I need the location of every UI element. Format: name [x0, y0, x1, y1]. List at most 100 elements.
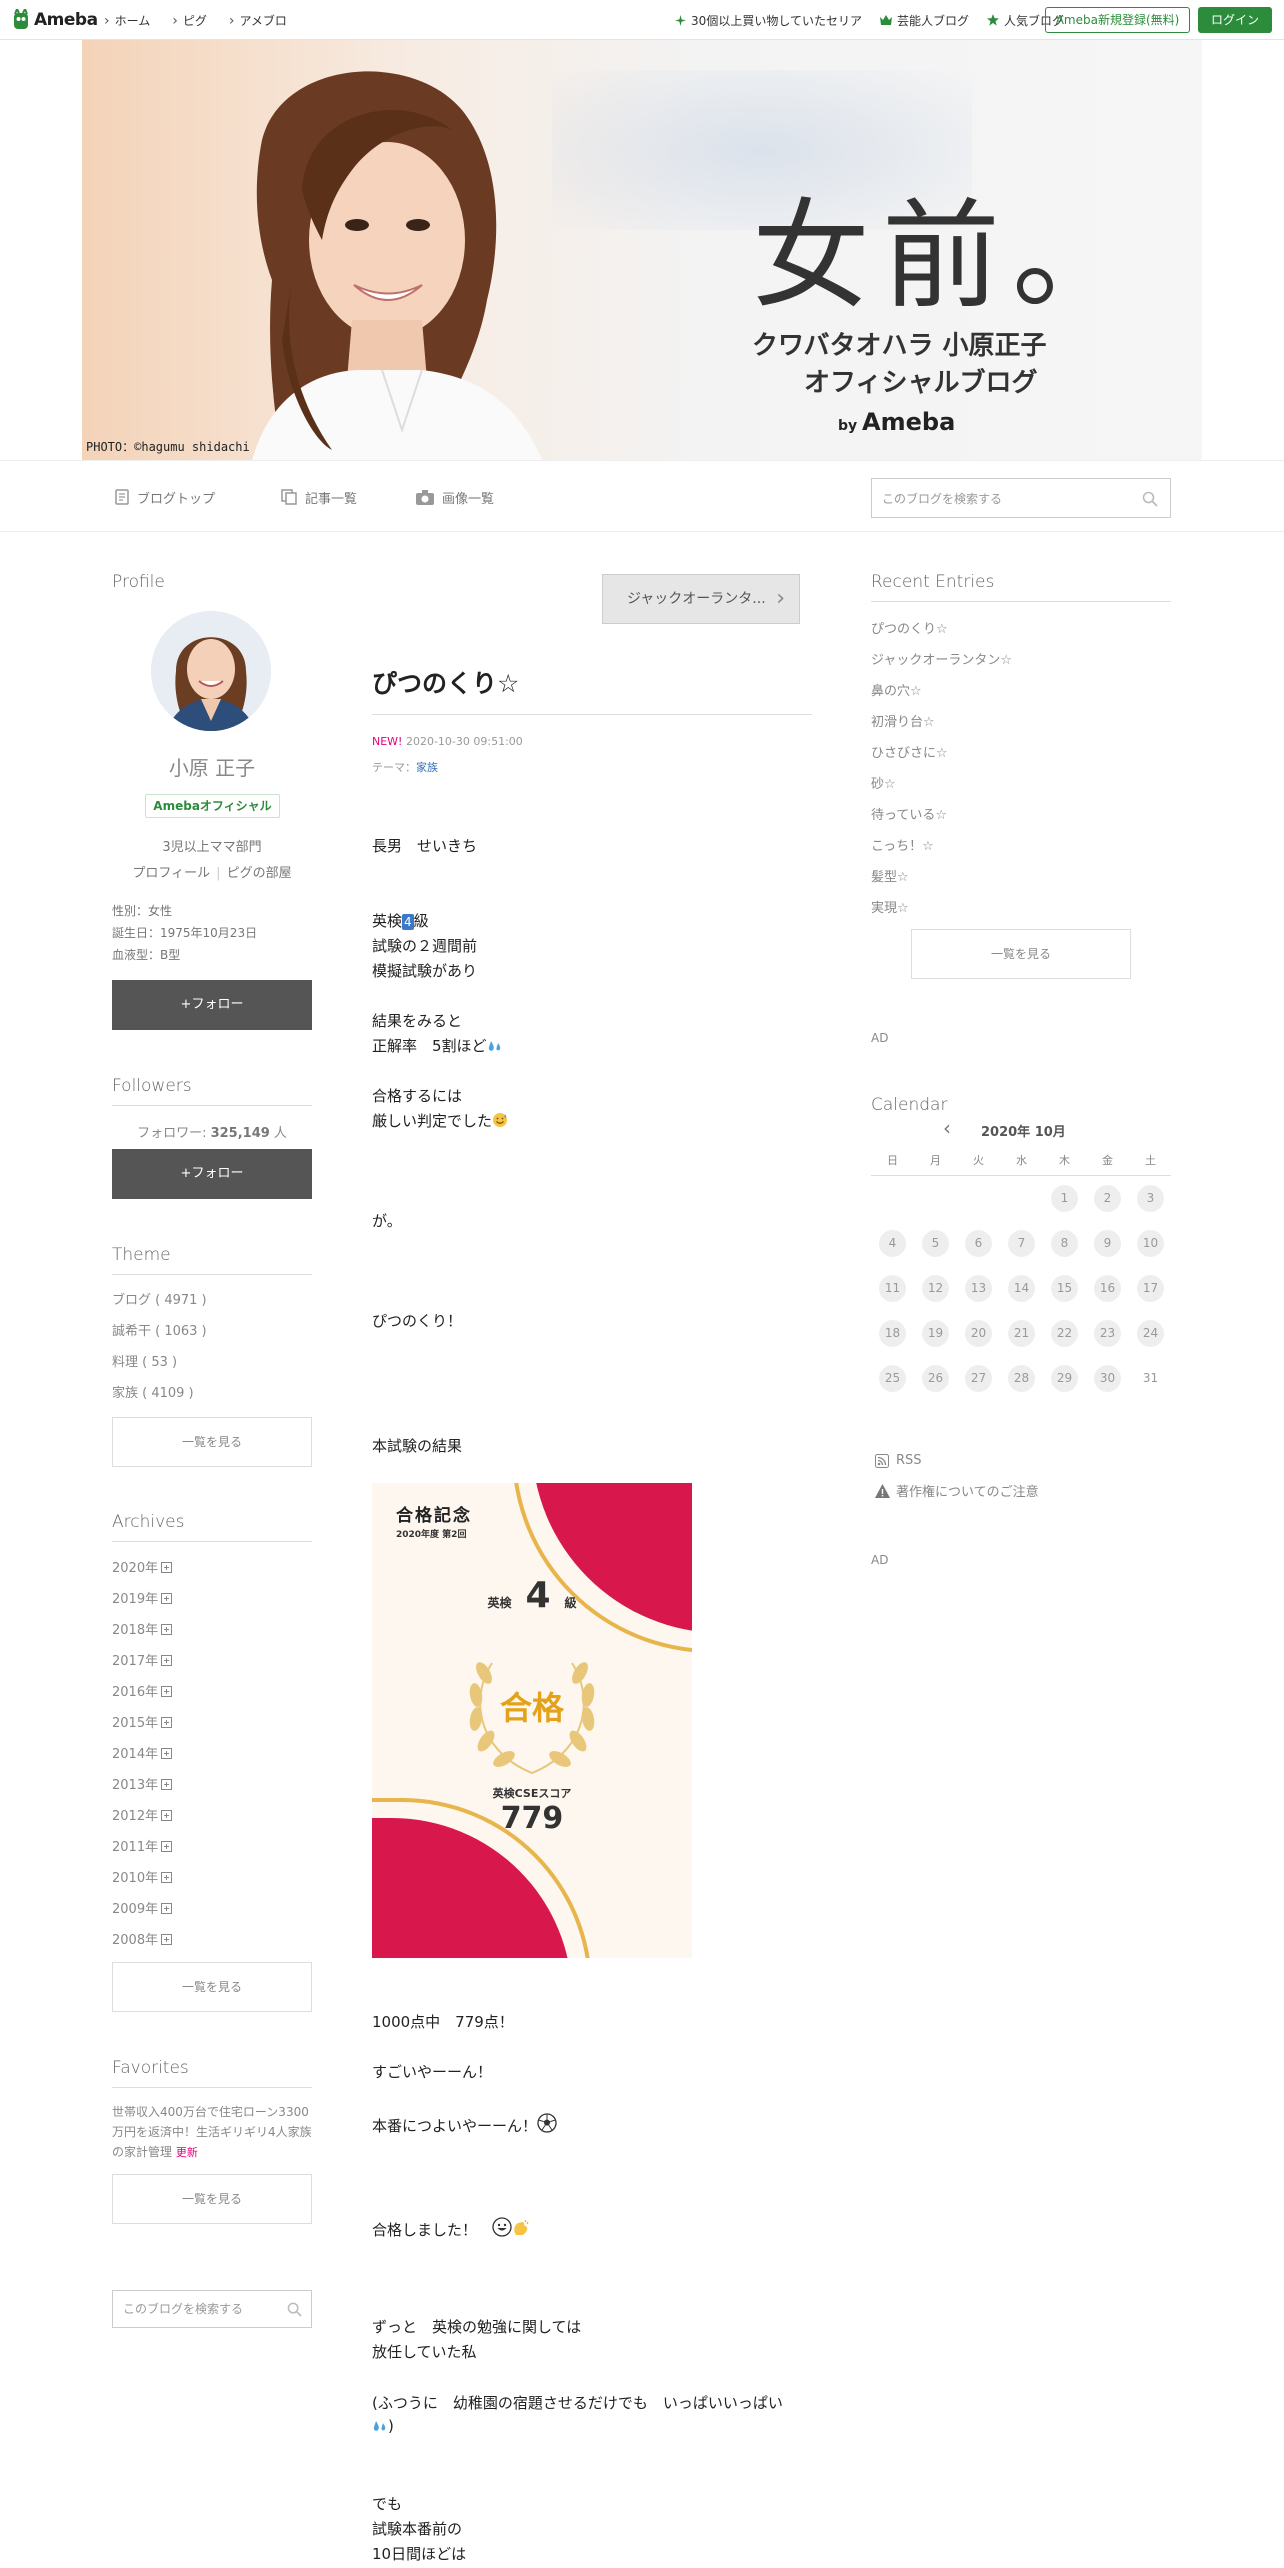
theme-item[interactable]: 誠希干 ( 1063 )	[112, 1316, 207, 1347]
header-link-celebrity[interactable]: 芸能人ブログ	[879, 12, 969, 29]
calendar-day[interactable]: 17	[1137, 1275, 1164, 1302]
search-icon[interactable]	[1142, 491, 1158, 507]
calendar-day[interactable]: 7	[1008, 1230, 1035, 1257]
avatar[interactable]	[151, 611, 271, 731]
archive-item[interactable]: 2013年	[112, 1770, 173, 1801]
calendar-day[interactable]: 23	[1094, 1320, 1121, 1347]
pigg-room-link[interactable]: ピグの部屋	[227, 866, 292, 881]
register-button[interactable]: Ameba新規登録(無料)	[1045, 7, 1190, 33]
theme-link[interactable]: 家族	[416, 761, 438, 774]
blog-header-banner[interactable]: 女前。 クワバタオハラ 小原正子 オフィシャルブログ by Ameba PHOT…	[82, 40, 1202, 460]
favorite-blog-link[interactable]: 世帯収入400万台で住宅ローン3300万円を返済中！生活ギリギリ4人家族の家計管…	[112, 2102, 317, 2163]
follow-button-2[interactable]: +フォロー	[112, 1149, 312, 1199]
calendar-day[interactable]: 28	[1008, 1365, 1035, 1392]
calendar-day[interactable]: 30	[1094, 1365, 1121, 1392]
recent-entry-link[interactable]: 待っている☆	[871, 800, 1012, 831]
image-list-link[interactable]: 画像一覧	[416, 461, 494, 533]
expand-icon[interactable]	[161, 1655, 173, 1666]
favorites-more-button[interactable]: 一覧を見る	[112, 2174, 312, 2224]
archive-item[interactable]: 2019年	[112, 1584, 173, 1615]
recent-entry-link[interactable]: ひさびさに☆	[871, 738, 1012, 769]
archive-item[interactable]: 2016年	[112, 1677, 173, 1708]
nav-ameblo[interactable]: アメブロ	[229, 12, 286, 29]
profile-link[interactable]: プロフィール	[132, 866, 210, 881]
calendar-day[interactable]: 14	[1008, 1275, 1035, 1302]
expand-icon[interactable]	[161, 1593, 173, 1604]
nav-pigg[interactable]: ピグ	[172, 12, 207, 29]
calendar-day[interactable]: 12	[922, 1275, 949, 1302]
calendar-day[interactable]: 21	[1008, 1320, 1035, 1347]
ameba-logo[interactable]: Ameba	[12, 8, 98, 32]
archive-item[interactable]: 2018年	[112, 1615, 173, 1646]
calendar-day[interactable]: 27	[965, 1365, 992, 1392]
rss-link[interactable]: RSS	[875, 1453, 922, 1468]
recent-entry-link[interactable]: 砂☆	[871, 769, 1012, 800]
recent-more-button[interactable]: 一覧を見る	[911, 929, 1131, 979]
calendar-day[interactable]: 6	[965, 1230, 992, 1257]
entry-list-link[interactable]: 記事一覧	[281, 461, 357, 533]
sidebar-search-input[interactable]: このブログを検索する	[112, 2290, 312, 2328]
calendar-day[interactable]: 29	[1051, 1365, 1078, 1392]
calendar-day[interactable]: 9	[1094, 1230, 1121, 1257]
theme-more-button[interactable]: 一覧を見る	[112, 1417, 312, 1467]
archive-item[interactable]: 2011年	[112, 1832, 173, 1863]
calendar-day[interactable]: 13	[965, 1275, 992, 1302]
calendar-day[interactable]: 1	[1051, 1185, 1078, 1212]
header-link-trending[interactable]: 30個以上買い物していたセリア	[675, 12, 862, 29]
copyright-notice-link[interactable]: 著作権についてのご注意	[875, 1481, 1039, 1500]
expand-icon[interactable]	[161, 1748, 173, 1759]
expand-icon[interactable]	[161, 1872, 173, 1883]
archive-item[interactable]: 2014年	[112, 1739, 173, 1770]
calendar-day[interactable]: 24	[1137, 1320, 1164, 1347]
archive-item[interactable]: 2017年	[112, 1646, 173, 1677]
expand-icon[interactable]	[161, 1624, 173, 1635]
expand-icon[interactable]	[161, 1779, 173, 1790]
recent-entry-link[interactable]: 実現☆	[871, 893, 1012, 924]
calendar-day[interactable]: 8	[1051, 1230, 1078, 1257]
calendar-day[interactable]: 18	[879, 1320, 906, 1347]
calendar-day[interactable]: 3	[1137, 1185, 1164, 1212]
nav-home[interactable]: ホーム	[104, 12, 151, 29]
calendar-day[interactable]: 10	[1137, 1230, 1164, 1257]
calendar-day[interactable]: 4	[879, 1230, 906, 1257]
recent-entry-link[interactable]: こっち！☆	[871, 831, 1012, 862]
calendar-day[interactable]: 22	[1051, 1320, 1078, 1347]
calendar-day[interactable]: 26	[922, 1365, 949, 1392]
expand-icon[interactable]	[161, 1686, 173, 1697]
expand-icon[interactable]	[161, 1810, 173, 1821]
follow-button[interactable]: +フォロー	[112, 980, 312, 1030]
recent-entry-link[interactable]: 髪型☆	[871, 862, 1012, 893]
chevron-left-icon[interactable]: ‹	[943, 1116, 951, 1140]
recent-entry-link[interactable]: ぴつのくり☆	[871, 614, 1012, 645]
next-entry-button[interactable]: ジャックオーランタ... ›	[602, 574, 800, 624]
blog-top-link[interactable]: ブログトップ	[115, 461, 215, 533]
theme-item[interactable]: 料理 ( 53 )	[112, 1347, 207, 1378]
theme-item[interactable]: 家族 ( 4109 )	[112, 1378, 207, 1409]
archive-item[interactable]: 2008年	[112, 1925, 173, 1956]
theme-item[interactable]: ブログ ( 4971 )	[112, 1285, 207, 1316]
expand-icon[interactable]	[161, 1934, 173, 1945]
calendar-day[interactable]: 20	[965, 1320, 992, 1347]
search-icon[interactable]	[287, 2302, 302, 2317]
archive-item[interactable]: 2020年	[112, 1553, 173, 1584]
archive-item[interactable]: 2010年	[112, 1863, 173, 1894]
expand-icon[interactable]	[161, 1562, 173, 1573]
recent-entry-link[interactable]: 初滑り台☆	[871, 707, 1012, 738]
certificate-image[interactable]: 合格記念 2020年度 第2回 英検 4 級 合格 英検CSEスコア 779	[372, 1483, 692, 1958]
calendar-day[interactable]: 11	[879, 1275, 906, 1302]
calendar-day[interactable]: 15	[1051, 1275, 1078, 1302]
archive-item[interactable]: 2012年	[112, 1801, 173, 1832]
archives-more-button[interactable]: 一覧を見る	[112, 1962, 312, 2012]
calendar-day[interactable]: 25	[879, 1365, 906, 1392]
recent-entry-link[interactable]: ジャックオーランタン☆	[871, 645, 1012, 676]
calendar-day[interactable]: 19	[922, 1320, 949, 1347]
archive-item[interactable]: 2015年	[112, 1708, 173, 1739]
expand-icon[interactable]	[161, 1903, 173, 1914]
archive-item[interactable]: 2009年	[112, 1894, 173, 1925]
calendar-day[interactable]: 2	[1094, 1185, 1121, 1212]
expand-icon[interactable]	[161, 1717, 173, 1728]
calendar-day[interactable]: 16	[1094, 1275, 1121, 1302]
expand-icon[interactable]	[161, 1841, 173, 1852]
blog-search-input[interactable]: このブログを検索する	[871, 478, 1171, 518]
login-button[interactable]: ログイン	[1198, 7, 1272, 33]
